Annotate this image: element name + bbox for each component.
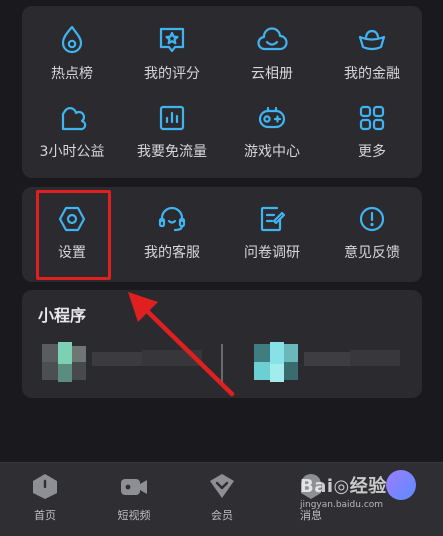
my-rating-label: 我的评分 bbox=[144, 66, 200, 82]
member-heart-icon bbox=[210, 474, 234, 498]
hot-list-entry[interactable]: 热点榜 bbox=[22, 24, 122, 83]
free-data-entry[interactable]: 我要免流量 bbox=[122, 102, 222, 161]
headset-icon bbox=[158, 206, 186, 232]
baidu-watermark: Bai◎经验 jingyan.baidu.com bbox=[300, 472, 387, 510]
free-data-label: 我要免流量 bbox=[137, 144, 207, 160]
watermark-main-text: Bai◎经验 bbox=[300, 476, 387, 497]
more-entry[interactable]: 更多 bbox=[322, 102, 422, 161]
tab-home[interactable]: 首页 bbox=[10, 471, 80, 523]
customer-service-label: 我的客服 bbox=[144, 245, 200, 261]
tab-short-video[interactable]: 短视频 bbox=[99, 471, 169, 523]
tab-home-label: 首页 bbox=[34, 509, 56, 522]
customer-service-entry[interactable]: 我的客服 bbox=[122, 203, 222, 262]
mini-programs-title: 小程序 bbox=[38, 306, 87, 325]
charity-entry[interactable]: 3小时公益 bbox=[22, 102, 122, 161]
game-center-entry[interactable]: 游戏中心 bbox=[222, 102, 322, 161]
game-center-label: 游戏中心 bbox=[244, 144, 300, 160]
charity-label: 3小时公益 bbox=[39, 144, 105, 160]
my-finance-label: 我的金融 bbox=[344, 66, 400, 82]
annotation-arrow-icon bbox=[128, 292, 235, 397]
more-grid-icon bbox=[359, 105, 385, 131]
video-camera-icon bbox=[121, 479, 147, 495]
survey-entry[interactable]: 问卷调研 bbox=[222, 203, 322, 262]
flame-icon bbox=[61, 25, 83, 54]
profile-avatar[interactable] bbox=[386, 470, 416, 500]
home-icon bbox=[33, 474, 57, 499]
cloud-album-icon bbox=[257, 27, 288, 51]
survey-pen-icon bbox=[260, 206, 286, 232]
gold-ingot-icon bbox=[358, 29, 386, 51]
feedback-label: 意见反馈 bbox=[344, 245, 400, 261]
charity-leaf-icon bbox=[61, 107, 87, 131]
tab-member[interactable]: 会员 bbox=[187, 471, 257, 523]
rating-star-icon bbox=[159, 27, 185, 53]
hot-list-label: 热点榜 bbox=[51, 66, 93, 82]
tab-short-video-label: 短视频 bbox=[117, 509, 151, 522]
settings-highlight-box bbox=[36, 190, 111, 280]
feedback-exclamation-icon bbox=[359, 206, 385, 232]
cloud-album-label: 云相册 bbox=[251, 66, 293, 82]
my-rating-entry[interactable]: 我的评分 bbox=[122, 24, 222, 83]
cloud-album-entry[interactable]: 云相册 bbox=[222, 24, 322, 83]
survey-label: 问卷调研 bbox=[244, 245, 300, 261]
tab-member-label: 会员 bbox=[211, 509, 233, 522]
services-card: 热点榜 我的评分 云相册 我的金融 3小时公益 我要免流量 游戏中心 更多 bbox=[22, 6, 422, 178]
mini-program-item-2[interactable] bbox=[254, 342, 414, 388]
game-controller-icon bbox=[258, 106, 286, 129]
my-finance-entry[interactable]: 我的金融 bbox=[322, 24, 422, 83]
more-label: 更多 bbox=[358, 144, 386, 160]
data-bars-icon bbox=[159, 105, 185, 131]
feedback-entry[interactable]: 意见反馈 bbox=[322, 203, 422, 262]
watermark-url-text: jingyan.baidu.com bbox=[300, 500, 384, 510]
